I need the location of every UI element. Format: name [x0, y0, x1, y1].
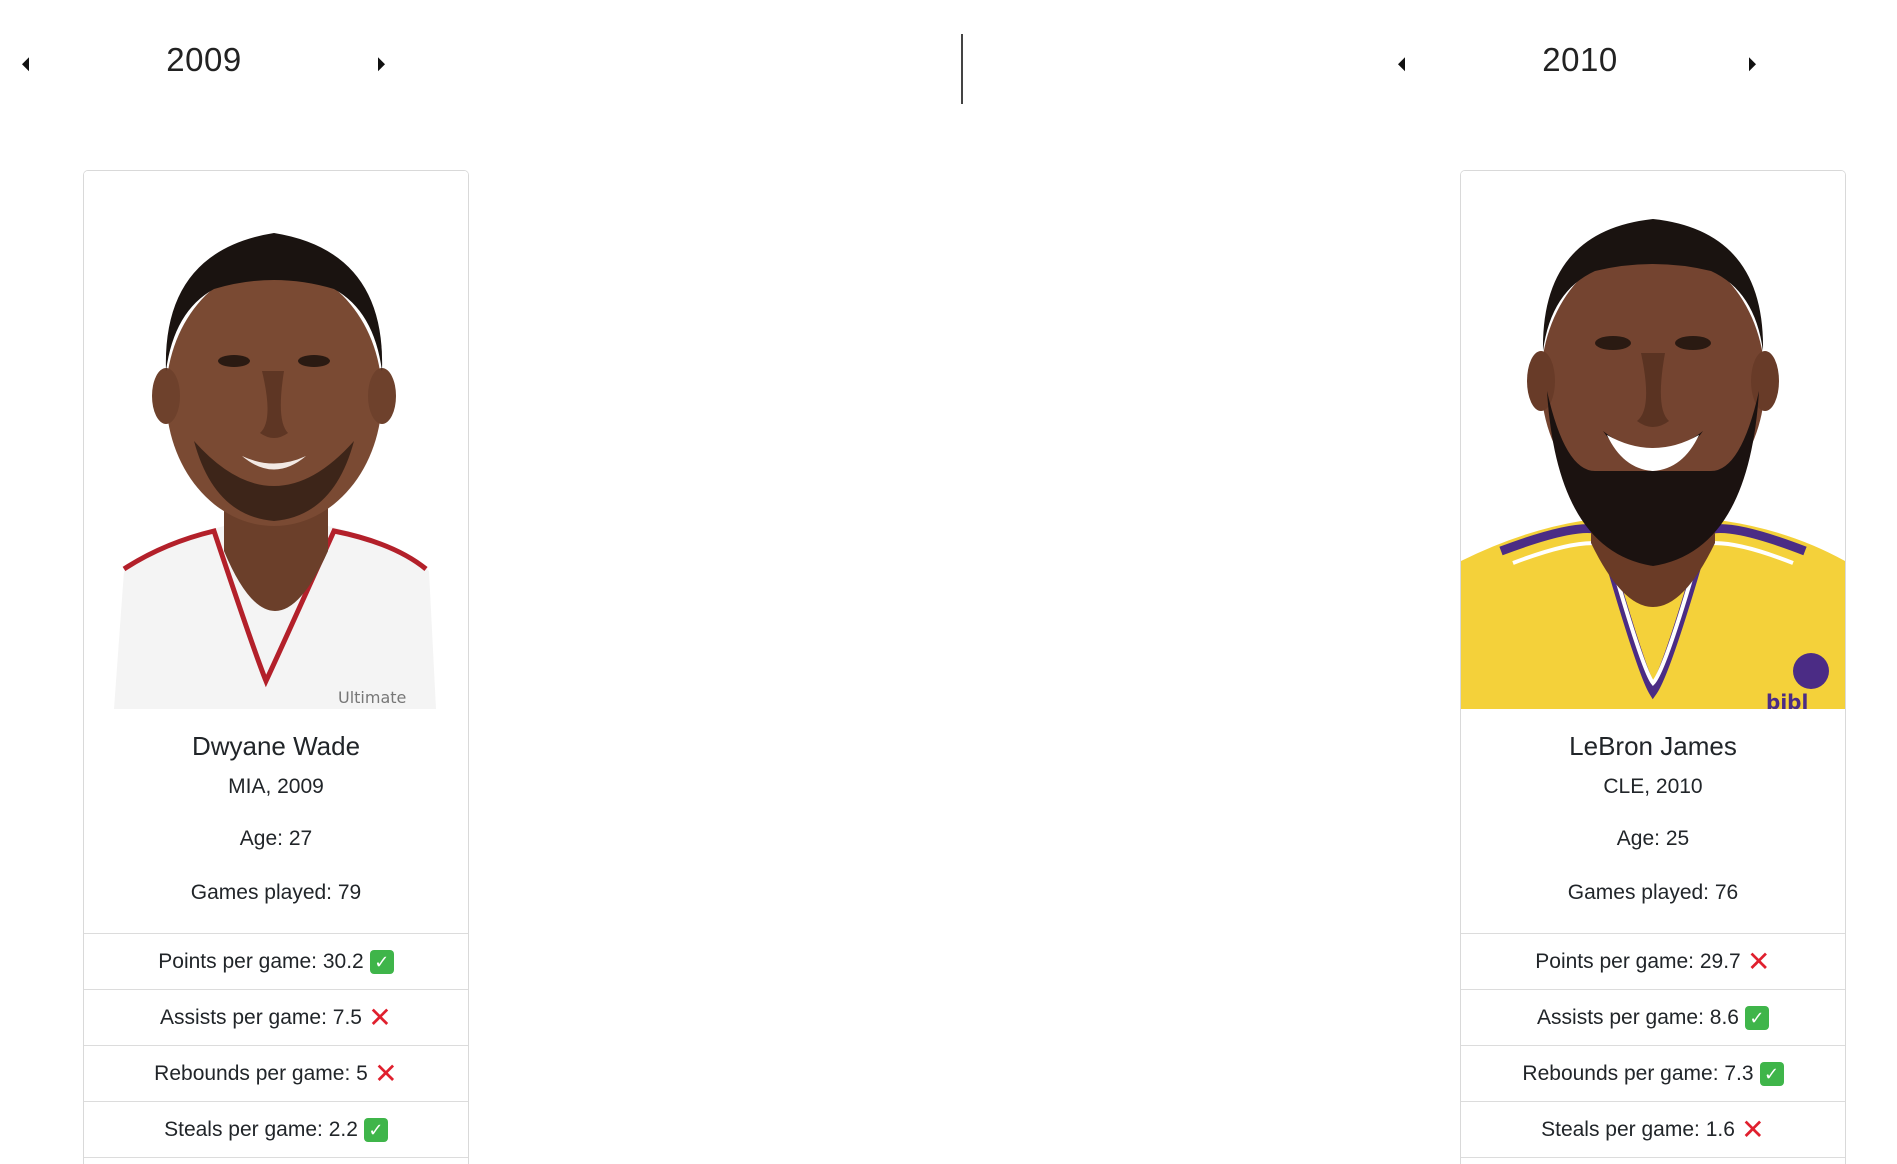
check-mark-icon: ✓: [369, 949, 394, 974]
check-mark-icon: ✓: [1744, 1005, 1769, 1030]
stat-row: Rebounds per game: 7.3 ✓: [1461, 1046, 1845, 1102]
stat-row: Points per game: 29.7 ✕: [1461, 934, 1845, 990]
player-portrait-wade: Ultimate: [84, 171, 468, 709]
player-name-left: Dwyane Wade: [191, 731, 361, 761]
games-played-right: Games played: 76: [1567, 881, 1739, 904]
stat-label: Steals per game: 1.6: [1541, 1117, 1735, 1141]
stat-row: Steals per game: 2.2 ✓: [84, 1102, 468, 1158]
cross-mark-icon: ✕: [374, 1057, 398, 1089]
stat-label: Assists per game: 8.6: [1537, 1005, 1739, 1029]
prev-year-left-icon[interactable]: [22, 57, 29, 72]
check-mark-icon: ✓: [363, 1117, 388, 1142]
player-card-left: Ultimate Dwyane Wade MIA, 2009 Age: 27 G…: [83, 170, 469, 1164]
stat-label: Steals per game: 2.2: [164, 1117, 358, 1141]
year-label-left: 2009: [166, 41, 242, 78]
stat-label: Points per game: 30.2: [158, 949, 364, 973]
year-selector-right: 2010: [1380, 30, 1800, 90]
stat-row: Steals per game: 1.6 ✕: [1461, 1102, 1845, 1158]
games-played-left: Games played: 79: [190, 881, 362, 904]
stat-label: Assists per game: 7.5: [160, 1005, 362, 1029]
player-name-right: LeBron James: [1569, 731, 1737, 761]
team-year-right: CLE, 2010: [1603, 775, 1703, 798]
cross-mark-icon: ✕: [368, 1001, 392, 1033]
stat-row: Rebounds per game: 5 ✕: [84, 1046, 468, 1102]
next-year-right-icon[interactable]: [1749, 57, 1756, 72]
stats-list-right: Points per game: 29.7 ✕ Assists per game…: [1461, 933, 1845, 1158]
stat-label: Rebounds per game: 7.3: [1522, 1061, 1754, 1085]
age-right: Age: 25: [1616, 827, 1690, 850]
stat-label: Points per game: 29.7: [1535, 949, 1741, 973]
cross-mark-icon: ✕: [1741, 1113, 1765, 1145]
jersey-text-right: bibl: [1766, 690, 1808, 709]
year-label-right: 2010: [1542, 41, 1618, 78]
age-left: Age: 27: [239, 827, 313, 850]
stat-row: Points per game: 30.2 ✓: [84, 934, 468, 990]
jersey-text-left: Ultimate: [338, 688, 406, 707]
stat-row: Assists per game: 8.6 ✓: [1461, 990, 1845, 1046]
next-year-left-icon[interactable]: [378, 57, 385, 72]
player-photo-right: bibl: [1461, 171, 1845, 709]
prev-year-right-icon[interactable]: [1398, 57, 1405, 72]
stats-list-left: Points per game: 30.2 ✓ Assists per game…: [84, 933, 468, 1158]
comparison-page: 2009 2010 Ultimate Dwyane Wade MIA, 2009…: [0, 0, 1897, 1164]
cross-mark-icon: ✕: [1747, 945, 1771, 977]
player-portrait-james: bibl: [1461, 171, 1845, 709]
stat-label: Rebounds per game: 5: [154, 1061, 368, 1085]
player-card-right: bibl LeBron James CLE, 2010 Age: 25 Game…: [1460, 170, 1846, 1164]
player-photo-left: Ultimate: [84, 171, 468, 709]
year-selector-left: 2009: [0, 30, 420, 90]
stat-row: Assists per game: 7.5 ✕: [84, 990, 468, 1046]
check-mark-icon: ✓: [1759, 1061, 1784, 1086]
vertical-divider: [961, 34, 963, 104]
team-year-left: MIA, 2009: [228, 775, 324, 798]
